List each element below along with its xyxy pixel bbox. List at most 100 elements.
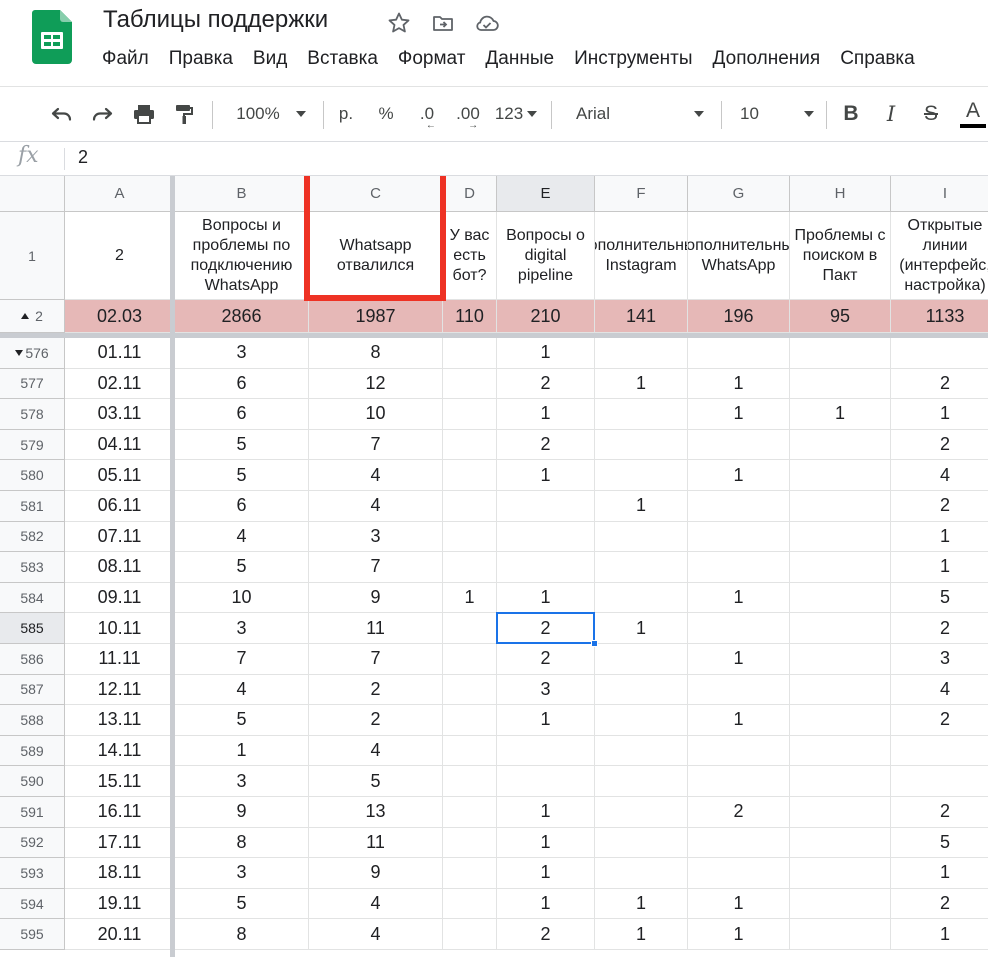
row-header[interactable]: 586 <box>0 644 65 675</box>
table-cell[interactable] <box>790 491 891 522</box>
table-cell[interactable] <box>497 521 595 553</box>
paint-format-icon[interactable] <box>168 87 200 141</box>
table-cell[interactable]: 4 <box>309 735 443 767</box>
table-cell[interactable]: 5 <box>175 429 309 461</box>
table-cell[interactable]: 7 <box>309 552 443 583</box>
table-cell[interactable]: 1 <box>688 888 790 920</box>
table-cell[interactable]: 1 <box>497 460 595 491</box>
bold-button[interactable]: B <box>836 87 866 141</box>
table-cell[interactable] <box>790 582 891 614</box>
table-cell[interactable]: 9 <box>309 582 443 614</box>
row-header[interactable]: 577 <box>0 368 65 400</box>
font-family-select[interactable]: Arial <box>564 87 714 141</box>
table-cell[interactable] <box>790 858 891 889</box>
table-cell[interactable]: 1 <box>443 582 497 614</box>
column-header-h[interactable]: H <box>790 176 891 212</box>
table-cell[interactable]: 2 <box>497 919 595 950</box>
table-cell[interactable] <box>790 429 891 461</box>
table-cell[interactable]: 1 <box>891 919 988 950</box>
table-cell[interactable] <box>688 735 790 767</box>
row-header[interactable]: 592 <box>0 827 65 859</box>
table-cell[interactable]: 1 <box>688 919 790 950</box>
table-cell[interactable] <box>790 705 891 736</box>
header-cell[interactable]: Открытые линии (интерфейс, настройка) <box>891 212 988 300</box>
undo-icon[interactable] <box>46 87 78 141</box>
table-cell[interactable] <box>443 858 497 889</box>
table-cell[interactable] <box>790 888 891 920</box>
print-icon[interactable] <box>128 87 160 141</box>
percent-format-button[interactable]: % <box>373 87 399 141</box>
row-header[interactable]: 593 <box>0 858 65 889</box>
table-cell[interactable]: 1 <box>891 522 988 553</box>
header-cell[interactable]: Вопросы о digital pipeline <box>497 212 595 300</box>
table-cell[interactable]: 5 <box>891 583 988 614</box>
table-cell[interactable]: 9 <box>309 858 443 889</box>
row-header[interactable]: 584 <box>0 582 65 614</box>
summary-cell[interactable]: 1987 <box>309 300 443 333</box>
table-cell[interactable]: 7 <box>175 644 309 675</box>
decrease-decimals-button[interactable]: .0 ← <box>410 87 444 141</box>
table-cell[interactable] <box>443 766 497 797</box>
table-cell[interactable] <box>497 766 595 797</box>
table-cell[interactable]: 2 <box>688 797 790 828</box>
table-cell[interactable] <box>443 521 497 553</box>
table-cell[interactable] <box>891 736 988 767</box>
table-cell[interactable]: 3 <box>309 521 443 553</box>
more-formats-select[interactable]: 123 <box>492 87 540 141</box>
table-cell[interactable]: 20.11 <box>65 919 175 950</box>
header-cell[interactable]: 2 <box>65 212 175 300</box>
table-cell[interactable] <box>595 766 688 797</box>
header-cell[interactable]: Вопросы и проблемы по подключению WhatsA… <box>175 212 309 300</box>
table-cell[interactable]: 1 <box>595 919 688 950</box>
table-cell[interactable] <box>595 429 688 461</box>
row-header[interactable]: 581 <box>0 491 65 522</box>
table-cell[interactable]: 1 <box>595 368 688 400</box>
table-cell[interactable]: 6 <box>175 491 309 522</box>
menu-view[interactable]: Вид <box>253 48 287 74</box>
table-cell[interactable]: 1 <box>497 705 595 736</box>
menu-file[interactable]: Файл <box>102 48 149 74</box>
table-cell[interactable]: 08.11 <box>65 552 175 583</box>
star-icon[interactable] <box>386 10 412 36</box>
table-cell[interactable] <box>688 491 790 522</box>
font-size-select[interactable]: 10 <box>730 87 820 141</box>
table-cell[interactable]: 3 <box>175 766 309 797</box>
table-cell[interactable]: 4 <box>309 460 443 491</box>
table-cell[interactable] <box>443 460 497 491</box>
table-cell[interactable]: 14.11 <box>65 735 175 767</box>
increase-decimals-button[interactable]: .00 → <box>450 87 486 141</box>
table-cell[interactable]: 4 <box>175 674 309 706</box>
currency-format-button[interactable]: р. <box>333 87 359 141</box>
spreadsheet-grid[interactable]: A B C D E F G H I 1 2 Вопросы и проблемы по подключ… <box>0 176 988 957</box>
table-cell[interactable]: 5 <box>309 766 443 797</box>
table-cell[interactable] <box>497 552 595 583</box>
table-cell[interactable]: 02.11 <box>65 368 175 400</box>
table-cell[interactable]: 13.11 <box>65 705 175 736</box>
table-cell[interactable] <box>443 338 497 369</box>
table-cell[interactable]: 2 <box>891 369 988 400</box>
fill-handle[interactable] <box>591 640 598 647</box>
table-cell[interactable]: 4 <box>309 491 443 522</box>
table-cell[interactable]: 4 <box>891 460 988 491</box>
table-cell[interactable]: 1 <box>688 582 790 614</box>
table-cell[interactable]: 03.11 <box>65 399 175 430</box>
table-cell[interactable] <box>595 644 688 675</box>
table-cell[interactable]: 4 <box>309 888 443 920</box>
table-cell[interactable] <box>688 521 790 553</box>
table-cell[interactable] <box>688 827 790 859</box>
header-cell[interactable]: Whatsapp отвалился <box>309 212 443 300</box>
table-cell[interactable] <box>790 919 891 950</box>
table-cell[interactable] <box>595 674 688 706</box>
table-cell[interactable] <box>790 460 891 491</box>
table-cell[interactable]: 1 <box>595 888 688 920</box>
summary-cell[interactable]: 141 <box>595 300 688 333</box>
table-cell[interactable] <box>497 735 595 767</box>
header-cell[interactable]: Проблемы с поиском в Пакт <box>790 212 891 300</box>
table-cell[interactable] <box>688 613 790 644</box>
text-color-button[interactable]: A <box>958 87 988 141</box>
table-cell[interactable] <box>790 368 891 400</box>
table-cell[interactable]: 1 <box>497 338 595 369</box>
table-cell[interactable] <box>443 491 497 522</box>
header-cell[interactable]: Дополнительный WhatsApp <box>688 212 790 300</box>
table-cell[interactable] <box>595 338 688 369</box>
